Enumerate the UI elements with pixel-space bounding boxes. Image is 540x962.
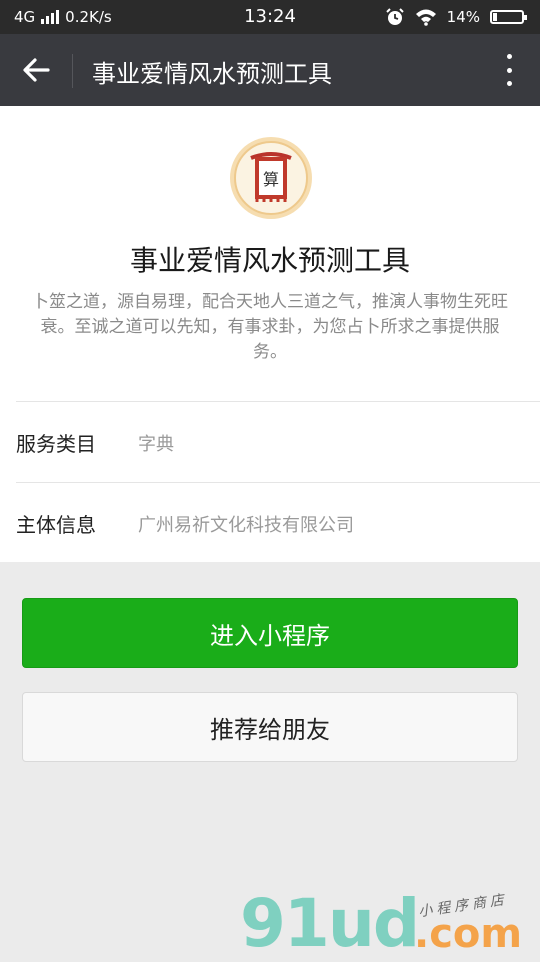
app-description: 卜筮之道，源自易理，配合天地人三道之气，推演人事物生死旺衰。至诚之道可以先知，有… <box>32 292 508 362</box>
page-title: 事业爱情风水预测工具 <box>92 60 332 88</box>
more-vertical-icon[interactable] <box>504 54 514 86</box>
title-bar: 事业爱情风水预测工具 <box>0 34 540 106</box>
wifi-icon <box>415 9 436 26</box>
category-row: 服务类目 字典 <box>0 402 540 482</box>
entity-row[interactable]: 主体信息 广州易祈文化科技有限公司 <box>0 483 540 563</box>
alarm-icon <box>385 8 404 25</box>
entity-value: 广州易祈文化科技有限公司 <box>138 515 354 536</box>
watermark-logo: 91ud 小程序商店 .com <box>240 885 540 962</box>
back-arrow-icon[interactable] <box>20 54 52 86</box>
watermark-main: 91ud <box>240 885 420 962</box>
status-bar: 4G 0.2K/s 13:24 14% <box>0 0 540 34</box>
entity-label: 主体信息 <box>16 513 96 537</box>
enter-mini-program-button[interactable]: 进入小程序 <box>22 598 518 668</box>
watermark-suffix: .com <box>414 911 523 957</box>
recommend-to-friend-button[interactable]: 推荐给朋友 <box>22 692 518 762</box>
app-logo: 算 <box>230 137 312 219</box>
battery-icon <box>490 10 527 24</box>
category-value: 字典 <box>138 434 174 455</box>
app-logo-glyph: 算 <box>263 170 279 189</box>
title-divider <box>72 54 73 88</box>
app-info-card: 算 事业爱情风水预测工具 卜筮之道，源自易理，配合天地人三道之气，推演人事物生死… <box>0 106 540 562</box>
app-name: 事业爱情风水预测工具 <box>129 244 410 277</box>
battery-percent: 14% <box>446 8 480 26</box>
category-label: 服务类目 <box>16 432 96 456</box>
